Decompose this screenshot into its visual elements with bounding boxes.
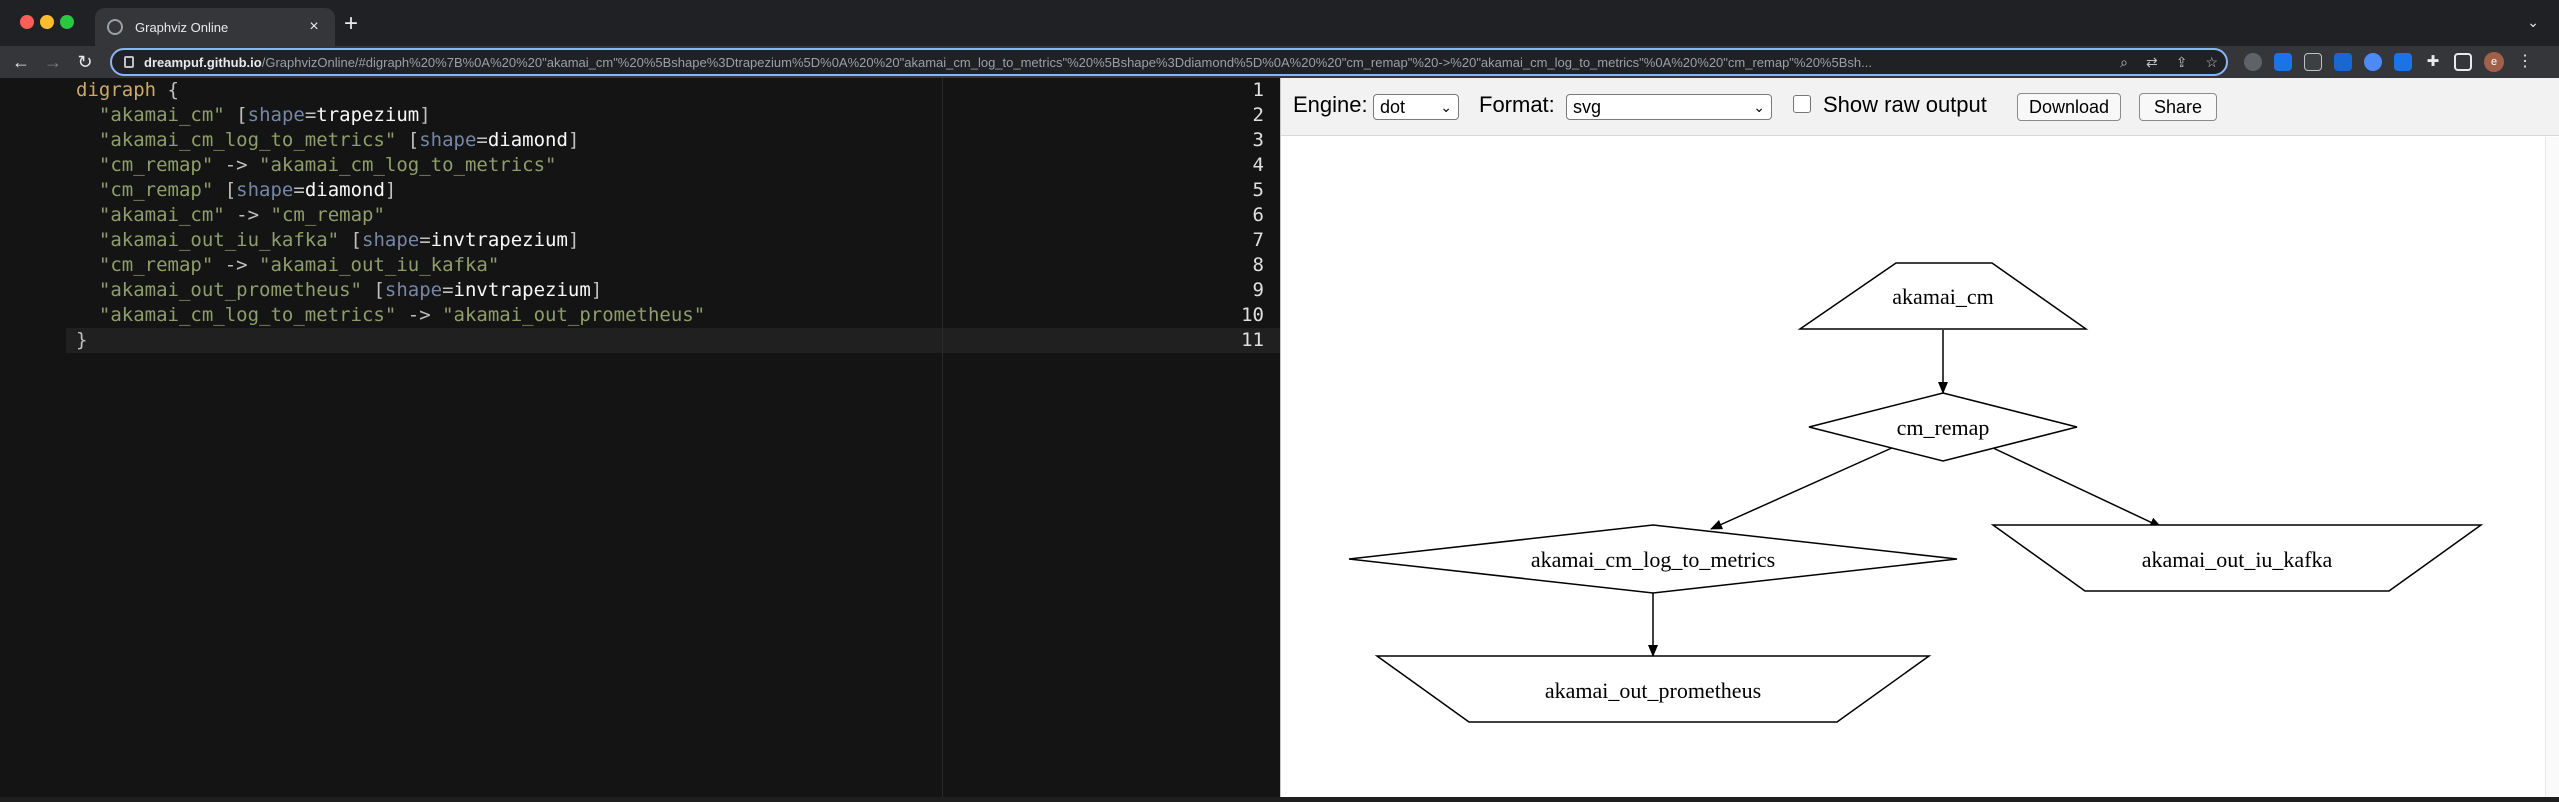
chevron-down-icon: ⌄ — [1440, 99, 1452, 115]
code-line: digraph { — [76, 79, 179, 101]
node-akamai-out-prometheus[interactable]: akamai_out_prometheus — [1374, 655, 1932, 723]
forward-arrow-icon[interactable]: → — [40, 49, 66, 75]
format-label: Format: — [1479, 92, 1555, 117]
code-line: "akamai_out_prometheus" [shape=invtrapez… — [98, 279, 603, 301]
extensions-puzzle-icon[interactable]: ✚ — [2424, 53, 2442, 71]
line-number: 8 — [1252, 254, 1264, 276]
kebab-menu-icon[interactable]: ⋮ — [2516, 53, 2534, 71]
edge-cm-remap-to-iu-kafka — [1990, 446, 2162, 528]
extension-pen-icon[interactable] — [2394, 53, 2412, 71]
print-margin — [942, 78, 943, 797]
show-raw-output-checkbox[interactable] — [1793, 95, 1811, 113]
svg-text:akamai_out_prometheus: akamai_out_prometheus — [1545, 678, 1761, 703]
extension-circle-icon[interactable] — [2364, 53, 2382, 71]
close-window-button[interactable] — [20, 15, 34, 29]
extension-translate-icon[interactable] — [2274, 53, 2292, 71]
side-panel-icon[interactable] — [2454, 53, 2472, 71]
node-akamai-cm-log-to-metrics[interactable]: akamai_cm_log_to_metrics — [1348, 524, 1958, 594]
browser-tab-bar: Graphviz Online × + ⌄ — [0, 0, 2559, 46]
code-line: "akamai_out_iu_kafka" [shape=invtrapeziu… — [98, 229, 580, 251]
engine-label: Engine: — [1293, 92, 1368, 117]
node-akamai-cm[interactable]: akamai_cm — [1797, 262, 2089, 330]
share-icon[interactable]: ⇪ — [2176, 54, 2188, 71]
line-number: 9 — [1252, 279, 1264, 301]
url-host: dreampuf.github.io — [144, 54, 262, 70]
minimize-window-button[interactable] — [40, 15, 54, 29]
line-number: 11 — [1241, 329, 1264, 351]
code-line: "cm_remap" -> "akamai_cm_log_to_metrics" — [98, 154, 557, 176]
tab-search-icon[interactable]: ⌄ — [2527, 14, 2539, 31]
reload-icon[interactable]: ↻ — [72, 49, 98, 75]
edge-cm-remap-to-log-to-metrics — [1710, 446, 1895, 530]
url-path: /GraphvizOnline/#digraph%20%7B%0A%20%20"… — [261, 54, 1872, 70]
svg-text:cm_remap: cm_remap — [1897, 415, 1990, 440]
line-number: 4 — [1252, 154, 1264, 176]
graph-scrollbar[interactable] — [2545, 137, 2559, 797]
graph-render-area: akamai_cm cm_remap akamai_cm_log_to_metr… — [1281, 137, 2545, 797]
active-line-highlight — [66, 328, 1280, 353]
controls-bar: Engine: dot ⌄ Format: svg ⌄ Show raw outpu… — [1281, 78, 2559, 136]
node-akamai-out-iu-kafka[interactable]: akamai_out_iu_kafka — [1990, 524, 2484, 592]
share-button[interactable]: Share — [2139, 93, 2217, 121]
code-line: "akamai_cm" [shape=trapezium] — [98, 104, 431, 126]
svg-text:akamai_cm_log_to_metrics: akamai_cm_log_to_metrics — [1531, 547, 1775, 572]
code-editor[interactable]: 1 2 3 4 5 6 7 8 9 10 11 digraph { "akama… — [0, 78, 1280, 797]
output-panel: Engine: dot ⌄ Format: svg ⌄ Show raw outpu… — [1280, 78, 2559, 797]
node-cm-remap[interactable]: cm_remap — [1808, 392, 2078, 462]
line-number: 3 — [1252, 129, 1264, 151]
bookmark-star-icon[interactable]: ☆ — [2205, 54, 2218, 71]
code-line: "cm_remap" -> "akamai_out_iu_kafka" — [98, 254, 500, 276]
line-number: 6 — [1252, 204, 1264, 226]
svg-text:akamai_cm: akamai_cm — [1892, 284, 1993, 309]
close-tab-icon[interactable]: × — [305, 18, 323, 36]
svg-text:akamai_out_iu_kafka: akamai_out_iu_kafka — [2142, 547, 2333, 572]
address-bar[interactable]: dreampuf.github.io /GraphvizOnline/#digr… — [110, 48, 2228, 76]
line-number: 5 — [1252, 179, 1264, 201]
globe-icon — [107, 19, 123, 35]
code-line: "akamai_cm_log_to_metrics" [shape=diamon… — [98, 129, 580, 151]
chevron-down-icon: ⌄ — [1753, 99, 1765, 115]
maximize-window-button[interactable] — [60, 15, 74, 29]
line-number-gutter — [0, 78, 66, 797]
line-number: 2 — [1252, 104, 1264, 126]
format-select[interactable]: svg ⌄ — [1566, 94, 1772, 120]
tab-title: Graphviz Online — [135, 19, 229, 35]
code-line: "akamai_cm" -> "cm_remap" — [98, 204, 385, 226]
extension-grid-icon[interactable] — [2334, 53, 2352, 71]
extension-globe-icon[interactable] — [2244, 53, 2262, 71]
back-arrow-icon[interactable]: ← — [8, 49, 34, 75]
browser-tab[interactable]: Graphviz Online × — [95, 8, 335, 46]
graph-svg: akamai_cm cm_remap akamai_cm_log_to_metr… — [1348, 262, 2484, 723]
line-number: 7 — [1252, 229, 1264, 251]
engine-select[interactable]: dot ⌄ — [1373, 94, 1459, 120]
show-raw-output-label: Show raw output — [1823, 92, 1987, 117]
download-button[interactable]: Download — [2017, 93, 2121, 121]
line-number: 1 — [1252, 79, 1264, 101]
code-line: "cm_remap" [shape=diamond] — [98, 179, 397, 201]
lock-icon — [124, 56, 134, 68]
zoom-icon[interactable]: ⌕ — [2120, 54, 2128, 71]
line-number: 10 — [1241, 304, 1264, 326]
new-tab-button[interactable]: + — [344, 12, 358, 36]
avatar[interactable]: e — [2484, 52, 2504, 72]
code-line: "akamai_cm_log_to_metrics" -> "akamai_ou… — [98, 304, 706, 326]
translate-icon[interactable]: ⇄ — [2146, 54, 2158, 71]
browser-toolbar: ← → ↻ dreampuf.github.io /GraphvizOnline… — [0, 46, 2559, 78]
extension-box-icon[interactable] — [2304, 53, 2322, 71]
code-line: } — [76, 329, 88, 351]
